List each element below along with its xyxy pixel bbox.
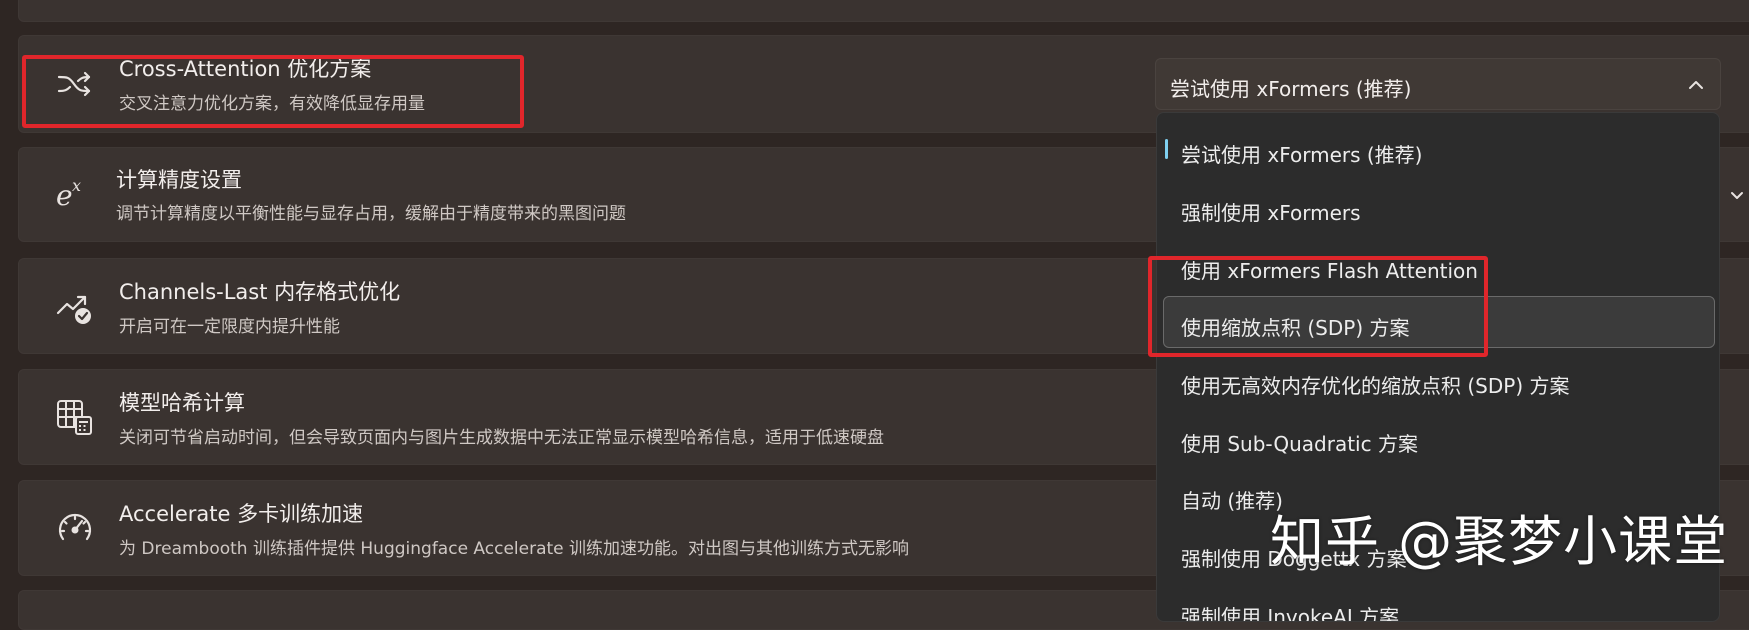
chevron-up-icon [1689, 81, 1703, 89]
selected-indicator [1165, 139, 1168, 159]
setting-description: 为 Dreambooth 训练插件提供 Huggingface Accelera… [119, 539, 910, 559]
setting-title: 计算精度设置 [116, 168, 242, 192]
watermark: 知乎 @聚梦小课堂 [1270, 510, 1729, 573]
setting-description: 调节计算精度以平衡性能与显存占用，缓解由于精度带来的黑图问题 [116, 204, 626, 224]
svg-text:x: x [72, 176, 81, 195]
cross-attention-combobox[interactable]: 尝试使用 xFormers (推荐) [1155, 58, 1721, 110]
gauge-icon [55, 508, 95, 548]
settings-card-top [18, 0, 1749, 22]
shuffle-icon [55, 64, 95, 104]
setting-title: Cross-Attention 优化方案 [119, 57, 372, 81]
dropdown-option[interactable]: 强制使用 InvokeAI 方案 [1181, 601, 1399, 621]
svg-text:e: e [56, 179, 73, 212]
trend-check-icon [55, 287, 95, 327]
table-calculator-icon [55, 397, 95, 437]
setting-description: 关闭可节省启动时间，但会导致页面内与图片生成数据中无法正常显示模型哈希信息，适用… [119, 428, 884, 448]
dropdown-option[interactable]: 自动 (推荐) [1181, 485, 1283, 514]
setting-title: 模型哈希计算 [119, 391, 245, 415]
exponent-icon: e x [52, 173, 92, 213]
setting-description: 开启可在一定限度内提升性能 [119, 317, 340, 337]
dropdown-option[interactable]: 强制使用 xFormers [1181, 197, 1361, 226]
setting-title: Channels-Last 内存格式优化 [119, 280, 401, 304]
dropdown-option[interactable]: 使用无高效内存优化的缩放点积 (SDP) 方案 [1181, 370, 1569, 399]
chevron-down-icon[interactable] [1728, 186, 1746, 204]
dropdown-option[interactable]: 使用缩放点积 (SDP) 方案 [1181, 312, 1409, 341]
dropdown-option[interactable]: 使用 Sub-Quadratic 方案 [1181, 428, 1418, 457]
combobox-selected-value: 尝试使用 xFormers (推荐) [1170, 77, 1412, 101]
dropdown-option[interactable]: 使用 xFormers Flash Attention [1181, 255, 1478, 284]
setting-description: 交叉注意力优化方案，有效降低显存用量 [119, 94, 425, 114]
setting-title: Accelerate 多卡训练加速 [119, 502, 364, 526]
dropdown-option[interactable]: 尝试使用 xFormers (推荐) [1181, 139, 1422, 168]
